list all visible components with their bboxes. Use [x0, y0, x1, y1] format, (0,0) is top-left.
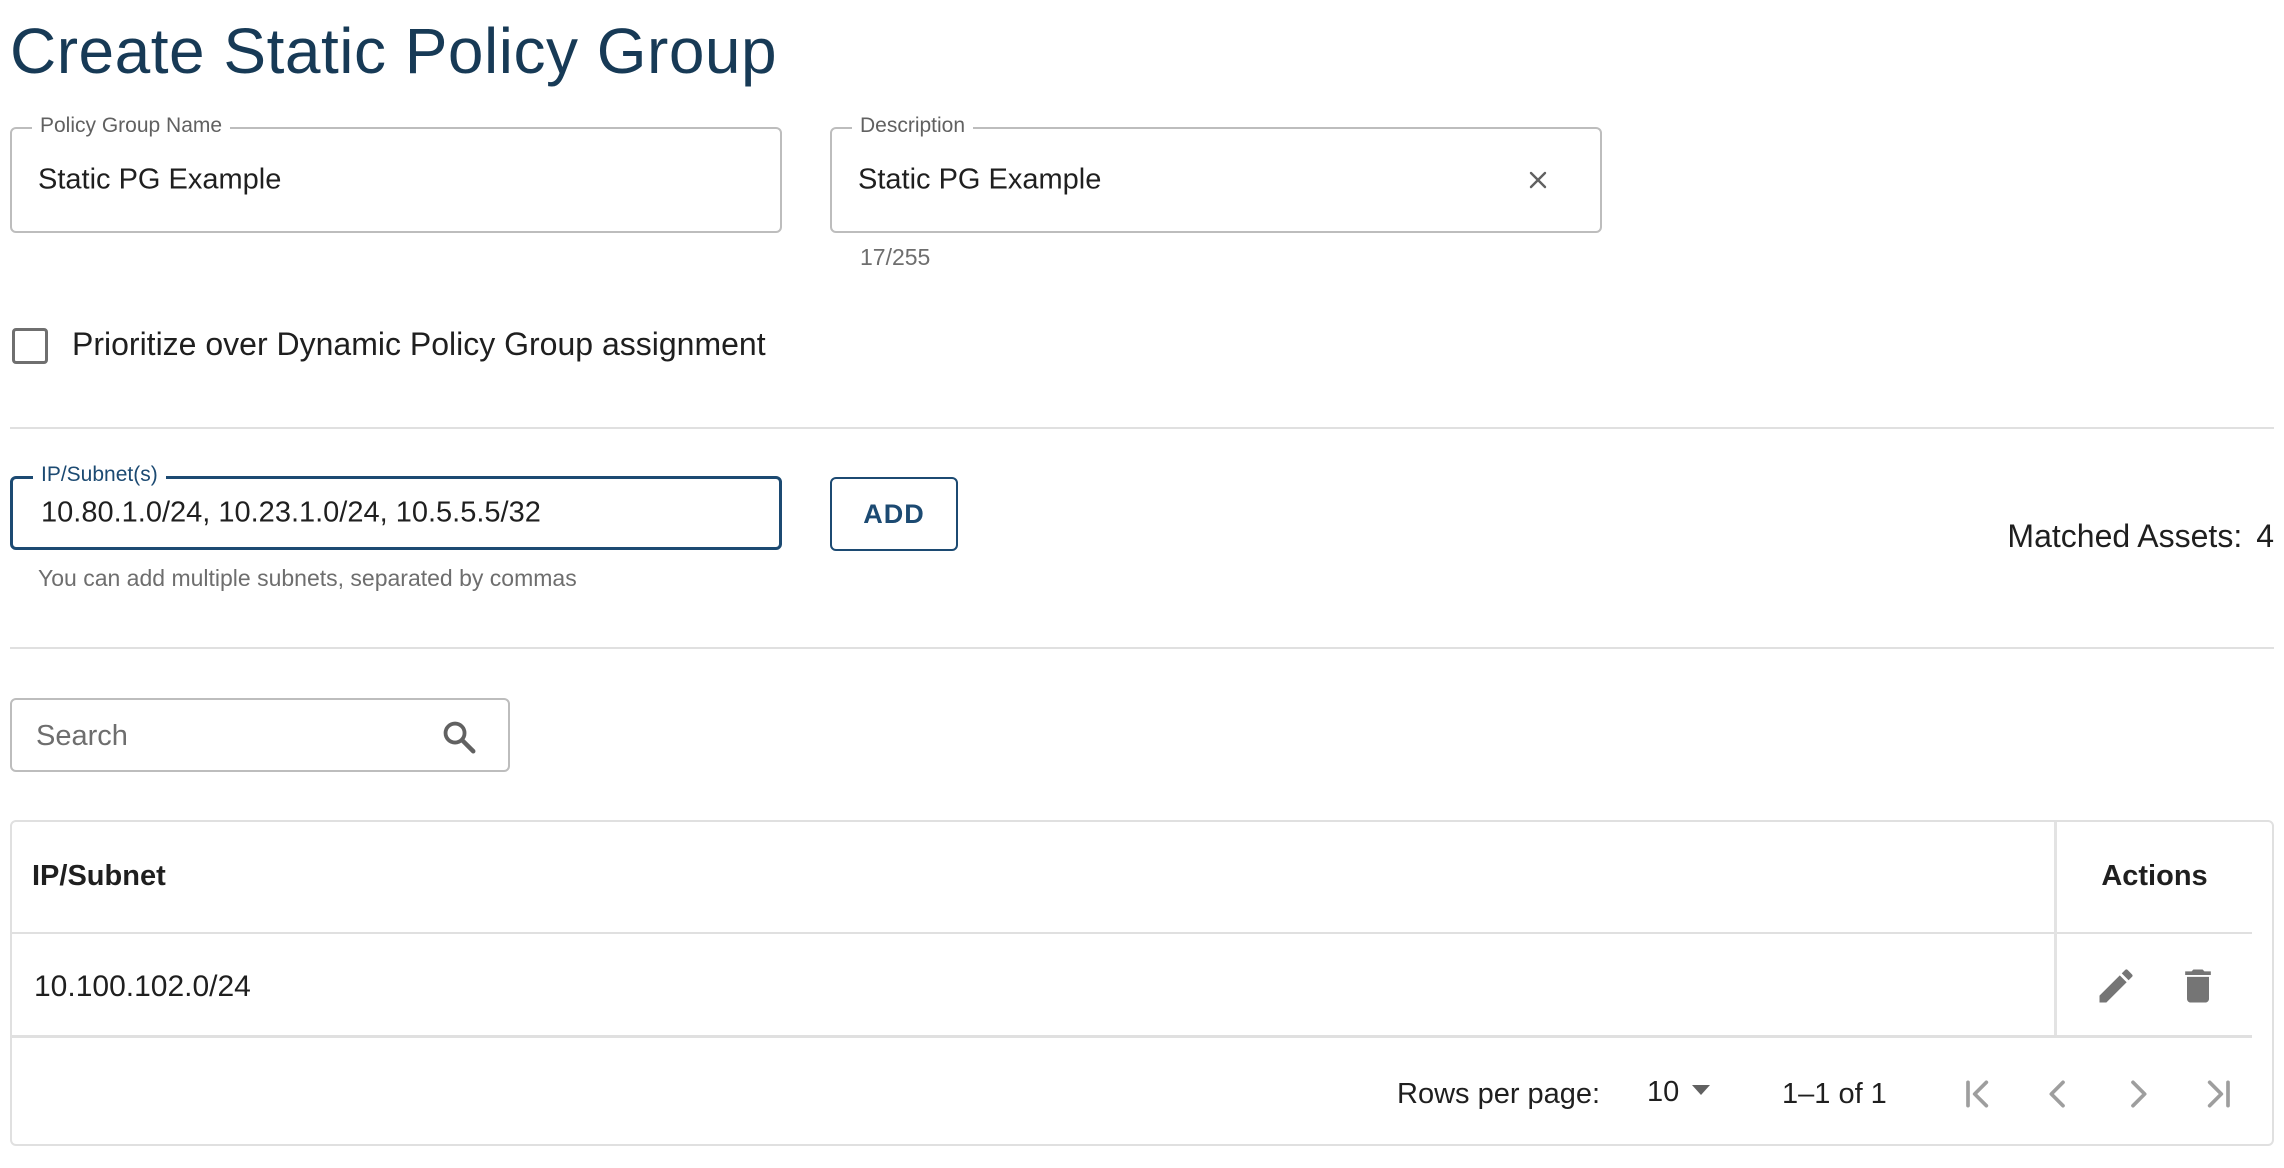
clear-icon[interactable] [1526, 168, 1550, 192]
previous-page-icon[interactable] [2038, 1074, 2078, 1114]
create-static-policy-group-page: Create Static Policy Group Policy Group … [0, 0, 2284, 1168]
first-page-icon[interactable] [1958, 1074, 1998, 1114]
subnet-table: IP/Subnet Actions 10.100.102.0/24 Rows p… [10, 820, 2274, 1146]
next-page-icon[interactable] [2118, 1074, 2158, 1114]
delete-icon[interactable] [2176, 964, 2220, 1008]
matched-assets-count: 4 [2256, 518, 2274, 554]
prioritize-checkbox-label[interactable]: Prioritize over Dynamic Policy Group ass… [72, 326, 766, 363]
column-header-ip-subnet[interactable]: IP/Subnet [32, 860, 166, 893]
table-pagination: Rows per page: 10 1–1 of 1 [12, 1040, 2252, 1146]
ip-subnets-value[interactable]: 10.80.1.0/24, 10.23.1.0/24, 10.5.5.5/32 [41, 497, 541, 530]
policy-group-name-value[interactable]: Static PG Example [38, 164, 281, 197]
description-field[interactable]: Description Static PG Example [830, 114, 1602, 233]
pagination-range: 1–1 of 1 [1782, 1078, 1887, 1110]
description-label: Description [852, 114, 974, 138]
page-title: Create Static Policy Group [10, 15, 778, 87]
section-divider [10, 427, 2274, 429]
description-value[interactable]: Static PG Example [858, 164, 1101, 197]
edit-icon[interactable] [2094, 964, 2138, 1008]
rows-per-page-label: Rows per page: [1397, 1078, 1601, 1110]
column-header-actions: Actions [2101, 860, 2208, 892]
add-button[interactable]: ADD [830, 477, 958, 551]
table-row: 10.100.102.0/24 [12, 936, 2252, 1038]
matched-assets-label: Matched Assets: [2007, 518, 2243, 554]
section-divider [10, 647, 2274, 649]
prioritize-checkbox[interactable] [12, 328, 48, 364]
rows-per-page-value: 10 [1647, 1076, 1680, 1108]
search-input[interactable] [36, 714, 416, 758]
table-cell-ip-subnet: 10.100.102.0/24 [34, 970, 251, 1003]
last-page-icon[interactable] [2198, 1074, 2238, 1114]
ip-subnets-label: IP/Subnet(s) [33, 463, 166, 487]
description-char-counter: 17/255 [860, 244, 931, 270]
policy-group-name-label: Policy Group Name [32, 114, 231, 138]
search-icon[interactable] [440, 718, 478, 756]
chevron-down-icon [1692, 1085, 1710, 1095]
search-box[interactable] [10, 698, 510, 772]
policy-group-name-field[interactable]: Policy Group Name Static PG Example [10, 114, 782, 233]
ip-subnets-helper-text: You can add multiple subnets, separated … [38, 565, 577, 591]
table-header: IP/Subnet Actions [12, 822, 2252, 934]
matched-assets: Matched Assets: 4 [2007, 518, 2274, 555]
ip-subnets-input[interactable]: IP/Subnet(s) 10.80.1.0/24, 10.23.1.0/24,… [10, 463, 782, 550]
rows-per-page-select[interactable]: 10 [1637, 1070, 1727, 1114]
